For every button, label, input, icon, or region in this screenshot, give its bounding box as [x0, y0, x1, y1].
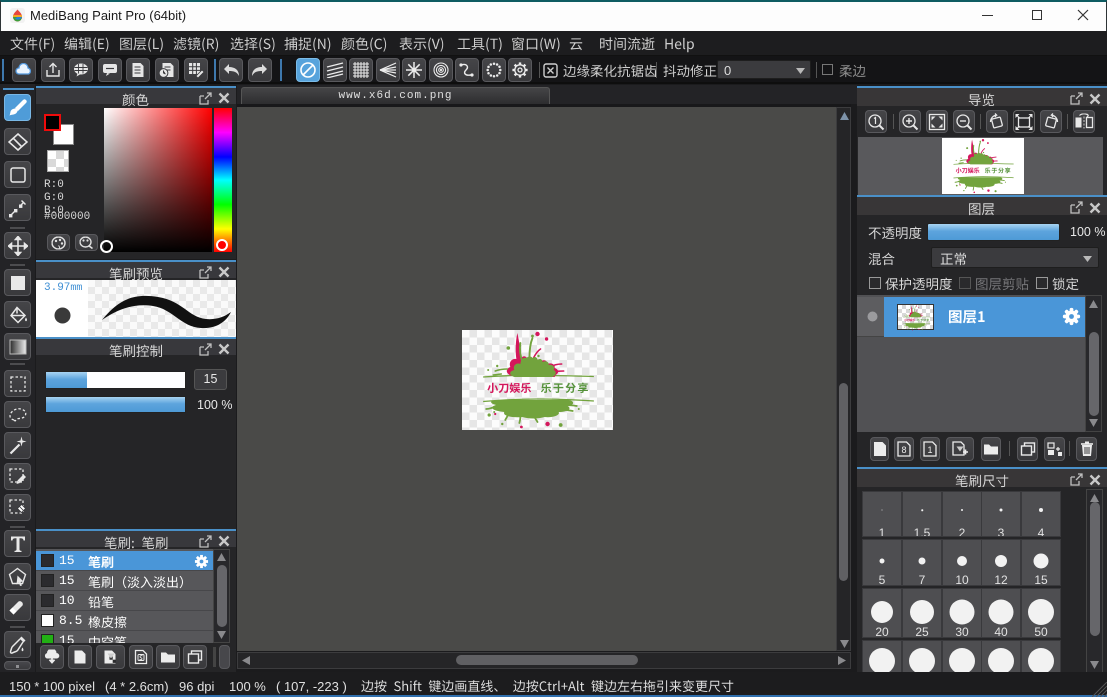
svg-text:8: 8	[901, 445, 906, 455]
svg-text:1: 1	[927, 445, 932, 455]
